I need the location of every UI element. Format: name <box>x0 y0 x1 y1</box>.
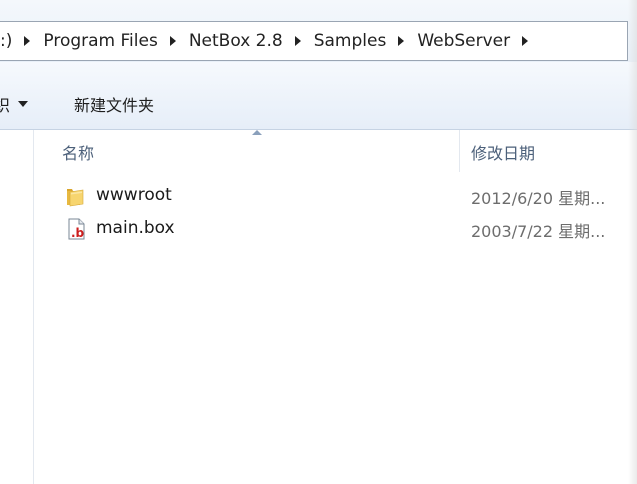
breadcrumb-webserver[interactable]: WebServer <box>417 31 510 51</box>
file-name: main.box <box>96 218 175 238</box>
breadcrumb-separator-icon[interactable] <box>398 36 405 46</box>
navigation-pane[interactable] <box>0 130 34 484</box>
column-header-name-label: 名称 <box>62 144 95 163</box>
svg-text:.b: .b <box>71 226 85 240</box>
window-edge-shadow <box>628 0 637 484</box>
file-row-wwwroot[interactable]: wwwroot 2012/6/20 星期... <box>34 180 637 212</box>
column-header-name[interactable]: 名称 <box>34 130 459 172</box>
address-bar-area: :) Program Files NetBox 2.8 Samples WebS… <box>0 0 637 62</box>
file-date-modified: 2012/6/20 星期... <box>471 189 606 208</box>
box-file-icon: .b <box>68 218 85 240</box>
breadcrumb-drive[interactable]: :) <box>0 31 12 51</box>
breadcrumb-separator-icon[interactable] <box>522 36 529 46</box>
breadcrumb-separator-icon[interactable] <box>24 36 31 46</box>
organize-label: 织 <box>0 96 11 115</box>
breadcrumb-separator-icon[interactable] <box>294 36 301 46</box>
breadcrumb-netbox[interactable]: NetBox 2.8 <box>189 31 283 51</box>
breadcrumb-separator-icon[interactable] <box>169 36 176 46</box>
column-header-date-label: 修改日期 <box>471 144 536 163</box>
breadcrumb-program-files[interactable]: Program Files <box>43 31 157 51</box>
sort-ascending-icon <box>252 130 262 135</box>
folder-icon <box>67 189 84 207</box>
file-date-modified: 2003/7/22 星期... <box>471 222 606 241</box>
command-toolbar: 织 新建文件夹 <box>0 62 637 130</box>
breadcrumb-samples[interactable]: Samples <box>314 31 387 51</box>
new-folder-button[interactable]: 新建文件夹 <box>74 92 154 116</box>
chevron-down-icon <box>18 101 29 107</box>
address-bar[interactable]: :) Program Files NetBox 2.8 Samples WebS… <box>0 21 628 61</box>
file-name: wwwroot <box>96 185 172 205</box>
organize-button[interactable]: 织 <box>0 92 29 116</box>
column-header-date-modified[interactable]: 修改日期 <box>460 130 637 172</box>
file-row-main-box[interactable]: .b main.box 2003/7/22 星期... <box>34 213 637 245</box>
